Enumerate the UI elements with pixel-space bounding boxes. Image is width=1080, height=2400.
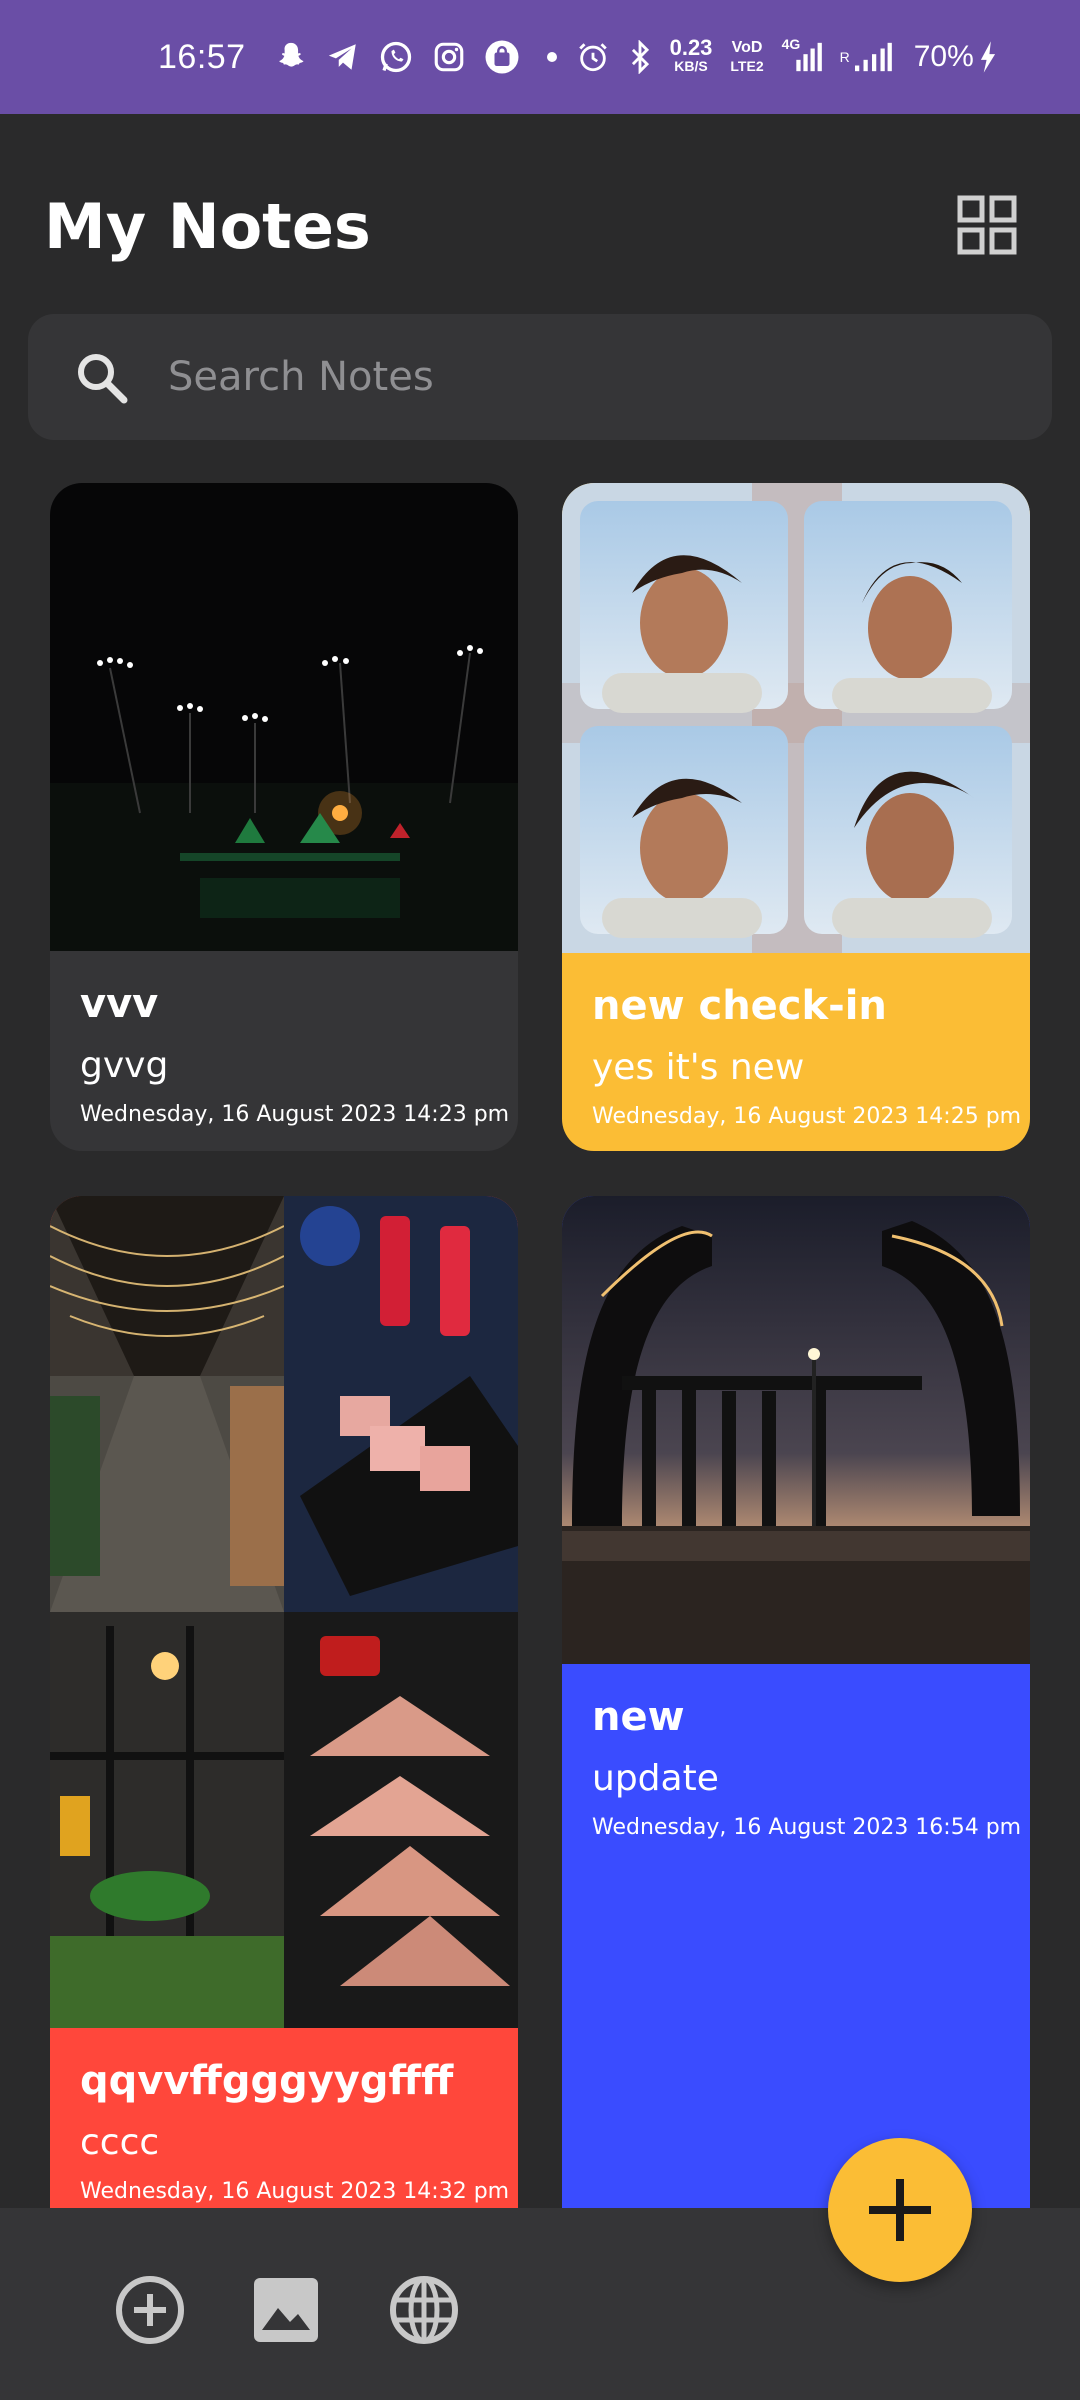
signal-icon-roaming: R: [840, 40, 892, 74]
note-body: new check-in yes it's new Wednesday, 16 …: [562, 953, 1030, 1129]
note-body: new update Wednesday, 16 August 2023 16:…: [562, 1664, 1030, 1840]
note-title: vvv: [80, 981, 159, 1027]
snapchat-icon: [274, 40, 308, 74]
note-card[interactable]: vvv gvvg Wednesday, 16 August 2023 14:23…: [50, 483, 518, 1151]
page-title: My Notes: [44, 190, 371, 263]
net-speed-unit: KB/S: [674, 58, 708, 74]
search-input[interactable]: [166, 353, 990, 401]
volte-indicator: VoD LTE2: [730, 39, 763, 75]
note-body: vvv gvvg Wednesday, 16 August 2023 14:23…: [50, 951, 518, 1127]
note-card[interactable]: new update Wednesday, 16 August 2023 16:…: [562, 1196, 1030, 2208]
note-title: new: [592, 1694, 685, 1740]
note-date: Wednesday, 16 August 2023 14:23 pm: [80, 1102, 510, 1127]
note-date: Wednesday, 16 August 2023 14:25 pm: [592, 1104, 1022, 1129]
image-icon[interactable]: [248, 2272, 324, 2348]
charging-icon: [978, 40, 998, 74]
whatsapp-icon: [378, 39, 414, 75]
grid-view-icon[interactable]: [956, 194, 1018, 256]
shopping-bag-icon: [484, 39, 520, 75]
signal-icon: 4G: [782, 36, 822, 74]
note-image: [562, 1196, 1030, 1664]
note-image: [50, 1196, 518, 2028]
note-date: Wednesday, 16 August 2023 16:54 pm: [592, 1815, 1022, 1840]
volte-bottom: LTE2: [730, 58, 764, 74]
dot-icon: [546, 51, 558, 63]
volte-top: VoD: [731, 39, 763, 56]
status-bar: 16:57 0.23 KB/S VoD LTE2 4G R 70%: [0, 0, 1080, 114]
instagram-icon: [432, 40, 466, 74]
note-title: new check-in: [592, 983, 887, 1029]
network-type: 4G: [781, 36, 801, 52]
net-speed: 0.23 KB/S: [669, 35, 713, 75]
note-date: Wednesday, 16 August 2023 14:32 pm: [80, 2179, 510, 2204]
bluetooth-icon: [628, 40, 652, 74]
net-speed-value: 0.23: [669, 35, 713, 60]
note-card[interactable]: qqvvffgggyygffff cccc Wednesday, 16 Augu…: [50, 1196, 518, 2208]
note-card[interactable]: new check-in yes it's new Wednesday, 16 …: [562, 483, 1030, 1151]
note-subtitle: cccc: [80, 2122, 160, 2163]
add-circle-icon[interactable]: [112, 2272, 188, 2348]
add-note-button[interactable]: [828, 2138, 972, 2282]
search-bar[interactable]: [28, 314, 1052, 440]
note-subtitle: gvvg: [80, 1045, 169, 1086]
globe-icon[interactable]: [386, 2272, 462, 2348]
note-body: qqvvffgggyygffff cccc Wednesday, 16 Augu…: [50, 2028, 518, 2204]
battery-percent: 70%: [913, 40, 974, 73]
note-subtitle: update: [592, 1758, 719, 1799]
note-subtitle: yes it's new: [592, 1047, 805, 1088]
alarm-icon: [576, 40, 610, 74]
roaming-indicator: R: [839, 49, 850, 65]
plus-icon: [869, 2179, 931, 2241]
note-title: qqvvffgggyygffff: [80, 2058, 454, 2104]
telegram-icon: [326, 40, 360, 74]
status-time: 16:57: [158, 37, 246, 76]
header: My Notes: [0, 114, 1080, 314]
note-image: [50, 483, 518, 951]
note-image: [562, 483, 1030, 953]
search-icon: [78, 354, 128, 404]
